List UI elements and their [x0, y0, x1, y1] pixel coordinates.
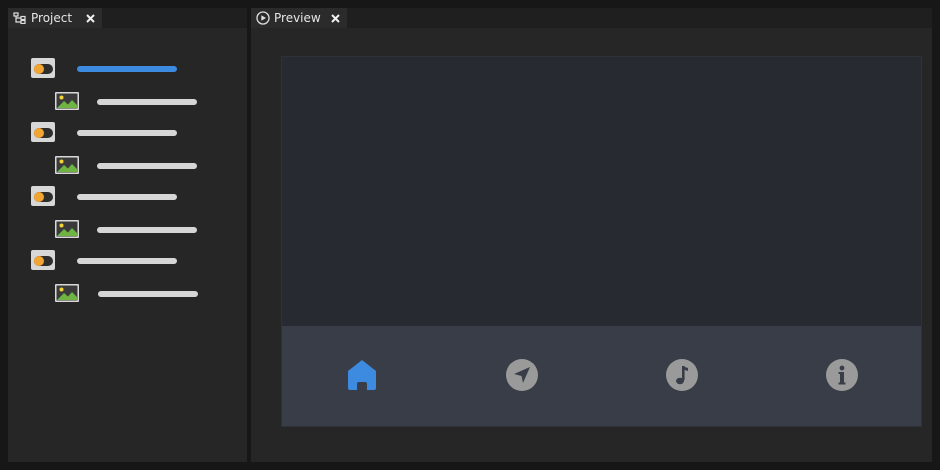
image-icon [55, 284, 79, 302]
tree-item-component[interactable] [8, 186, 247, 208]
tree-item-label [77, 130, 177, 136]
play-circle-icon [255, 10, 271, 26]
tab-project-label: Project [31, 11, 73, 25]
tree-item-label [98, 291, 198, 297]
tab-preview[interactable]: Preview [251, 8, 347, 28]
music-note-icon [665, 358, 699, 396]
tree-item-label [77, 258, 177, 264]
hierarchy-icon [12, 10, 28, 26]
tab-preview-label: Preview [274, 11, 321, 25]
tab-project[interactable]: Project [8, 8, 102, 28]
image-icon [55, 220, 79, 238]
tree-item-label [97, 163, 197, 169]
image-icon [55, 156, 79, 174]
image-icon [55, 92, 79, 110]
navigation-arrow-icon [505, 358, 539, 396]
tree-item-label [97, 99, 197, 105]
tree-item-label [77, 194, 177, 200]
home-icon [345, 358, 379, 396]
nav-navigate-button[interactable] [505, 358, 539, 396]
tree-item-label [97, 227, 197, 233]
nav-info-button[interactable] [825, 358, 859, 396]
tree-item-component[interactable] [8, 122, 247, 144]
close-icon[interactable] [329, 10, 341, 26]
tree-item-image[interactable] [8, 218, 247, 240]
preview-tabbar: Preview [251, 8, 932, 28]
close-icon[interactable] [84, 10, 96, 26]
nav-music-button[interactable] [665, 358, 699, 396]
project-tabbar: Project [8, 8, 247, 28]
tree-item-label-selected [77, 66, 177, 72]
preview-canvas [281, 56, 922, 427]
tree-item-image[interactable] [8, 282, 247, 304]
bottom-navigation-bar [282, 326, 921, 426]
toggle-icon [31, 58, 55, 78]
toggle-icon [31, 186, 55, 206]
nav-home-button[interactable] [345, 360, 379, 394]
tree-item-component[interactable] [8, 250, 247, 272]
toggle-icon [31, 122, 55, 142]
preview-panel: Preview [251, 8, 932, 462]
project-panel: Project [8, 8, 247, 462]
info-icon [825, 358, 859, 396]
tree-item-image[interactable] [8, 154, 247, 176]
tree-item-image[interactable] [8, 90, 247, 112]
toggle-icon [31, 250, 55, 270]
tree-item-component[interactable] [8, 58, 247, 80]
